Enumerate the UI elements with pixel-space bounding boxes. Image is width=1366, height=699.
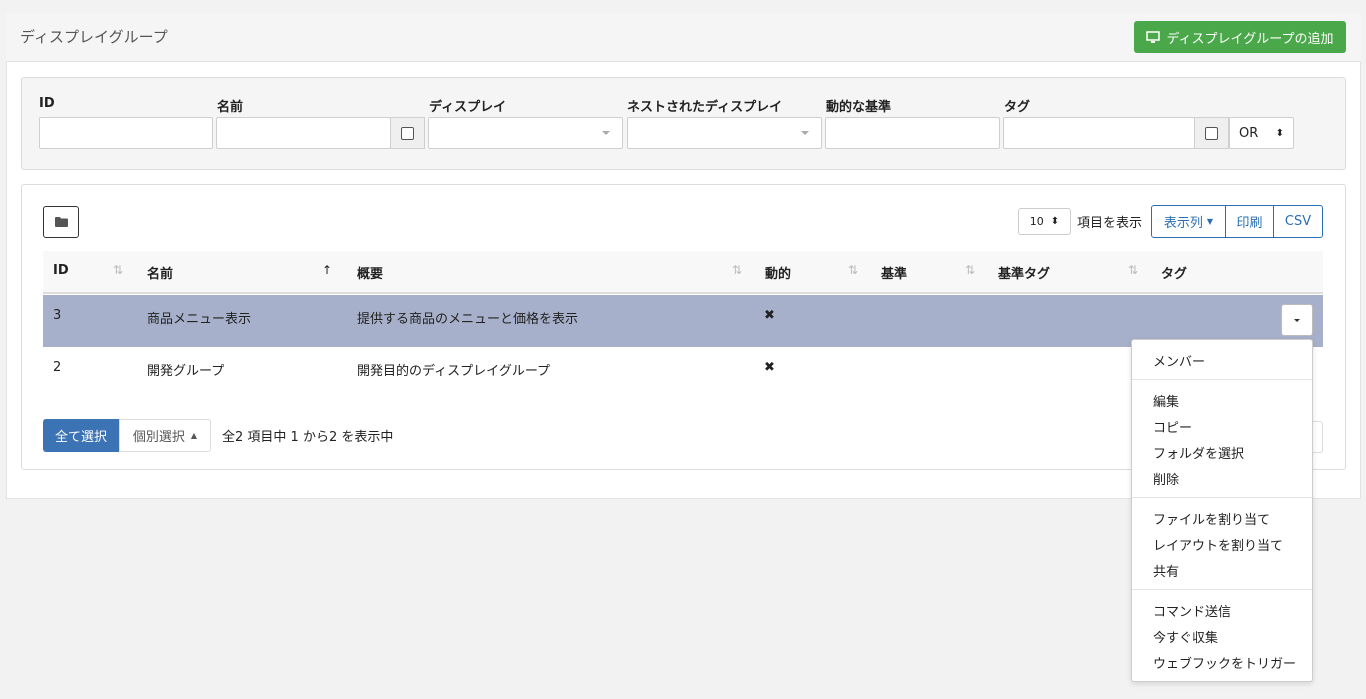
sort-icon: ⇅ — [732, 263, 743, 277]
page-length-suffix: 項目を表示 — [1077, 216, 1143, 231]
sort-icon: ⇅ — [848, 263, 859, 277]
cell-name: 開発グループ — [147, 364, 225, 379]
sort-icon: ⇅ — [1128, 263, 1139, 277]
sort-icon: ⇅ — [965, 263, 976, 277]
caret-down-icon: ▼ — [1206, 217, 1214, 226]
page-title: ディスプレイグループ — [20, 28, 168, 46]
row-actions-button[interactable] — [1281, 304, 1313, 336]
folder-icon — [54, 217, 68, 227]
column-header-id[interactable]: ID — [53, 263, 69, 278]
table-info: 全2 項目中 1 から2 を表示中 — [222, 430, 394, 445]
filter-label-nested-display: ネストされたディスプレイ — [627, 100, 783, 115]
cell-name: 商品メニュー表示 — [147, 312, 252, 327]
filter-label-id: ID — [39, 96, 55, 111]
menu-item-trigger-webhook[interactable]: ウェブフックをトリガー — [1153, 653, 1296, 672]
print-label: 印刷 — [1236, 216, 1263, 231]
cell-description: 開発目的のディスプレイグループ — [357, 364, 551, 379]
filter-tag-exact-checkbox[interactable] — [1194, 117, 1229, 149]
column-header-tags[interactable]: タグ — [1161, 263, 1187, 282]
sort-asc-icon: ↑ — [322, 263, 333, 277]
menu-item-select-folder[interactable]: フォルダを選択 — [1153, 443, 1244, 462]
filter-tag-input[interactable] — [1003, 117, 1195, 149]
menu-item-copy[interactable]: コピー — [1153, 417, 1192, 436]
chevron-down-icon — [801, 131, 809, 135]
checkbox-box — [401, 126, 414, 140]
column-header-criteria[interactable]: 基準 — [881, 263, 907, 282]
chevron-down-icon — [602, 131, 610, 135]
menu-divider — [1132, 379, 1312, 380]
menu-item-send-command[interactable]: コマンド送信 — [1153, 601, 1231, 620]
filter-id-input[interactable] — [39, 117, 213, 149]
cell-dynamic: ✖ — [764, 360, 775, 375]
column-header-criteria-tags[interactable]: 基準タグ — [998, 263, 1050, 282]
menu-item-collect-now[interactable]: 今すぐ収集 — [1153, 627, 1218, 646]
select-all-label: 全て選択 — [54, 430, 107, 445]
filter-logic-value: OR — [1239, 125, 1259, 141]
filter-name-regex-checkbox[interactable] — [390, 117, 425, 149]
menu-item-assign-layouts[interactable]: レイアウトを割り当て — [1153, 535, 1283, 554]
select-arrows-icon: ⬍ — [1275, 127, 1284, 139]
caret-up-icon: ▲ — [190, 431, 198, 440]
cell-description: 提供する商品のメニューと価格を表示 — [357, 312, 579, 327]
filter-label-dynamic-criteria: 動的な基準 — [826, 100, 892, 115]
select-each-label: 個別選択 — [132, 430, 185, 445]
cell-id: 3 — [53, 308, 62, 323]
filter-name-input[interactable] — [216, 117, 391, 149]
filter-dynamic-criteria-input[interactable] — [825, 117, 1000, 149]
print-button[interactable]: 印刷 — [1225, 205, 1274, 238]
cell-dynamic: ✖ — [764, 308, 775, 323]
columns-label: 表示列 — [1163, 216, 1203, 231]
column-header-description[interactable]: 概要 — [357, 263, 383, 282]
menu-item-share[interactable]: 共有 — [1153, 561, 1179, 580]
caret-down-icon — [1294, 318, 1300, 322]
menu-divider — [1132, 589, 1312, 590]
filter-label-name: 名前 — [217, 100, 244, 115]
filter-label-display: ディスプレイ — [429, 100, 507, 115]
column-header-dynamic[interactable]: 動的 — [765, 263, 791, 282]
csv-label: CSV — [1284, 214, 1312, 229]
menu-item-delete[interactable]: 削除 — [1153, 469, 1179, 488]
select-each-button[interactable]: 個別選択 ▲ — [119, 419, 211, 452]
menu-item-assign-files[interactable]: ファイルを割り当て — [1153, 509, 1270, 528]
menu-item-edit[interactable]: 編集 — [1153, 391, 1179, 410]
add-display-group-button[interactable]: ディスプレイグループの追加 — [1134, 21, 1346, 53]
select-all-button[interactable]: 全て選択 — [43, 419, 119, 452]
sort-icon: ⇅ — [113, 263, 124, 277]
select-arrows-icon: ⬍ — [1050, 216, 1060, 227]
filter-label-tag: タグ — [1004, 100, 1031, 115]
filter-display-select[interactable] — [428, 117, 623, 149]
columns-visibility-button[interactable]: 表示列 ▼ — [1151, 205, 1226, 238]
cell-id: 2 — [53, 360, 62, 375]
menu-divider — [1132, 497, 1312, 498]
folder-button[interactable] — [43, 206, 79, 238]
page-length-select[interactable]: 10 ⬍ — [1018, 208, 1071, 235]
csv-button[interactable]: CSV — [1273, 205, 1323, 238]
filter-logic-select[interactable]: OR ⬍ — [1229, 117, 1294, 149]
monitor-icon — [1146, 30, 1161, 43]
menu-item-members[interactable]: メンバー — [1153, 351, 1205, 370]
checkbox-box — [1205, 126, 1218, 140]
column-header-name[interactable]: 名前 — [147, 263, 173, 282]
filter-nested-display-select[interactable] — [627, 117, 822, 149]
add-display-group-label: ディスプレイグループの追加 — [1166, 31, 1334, 47]
page-length-value: 10 — [1029, 215, 1044, 228]
